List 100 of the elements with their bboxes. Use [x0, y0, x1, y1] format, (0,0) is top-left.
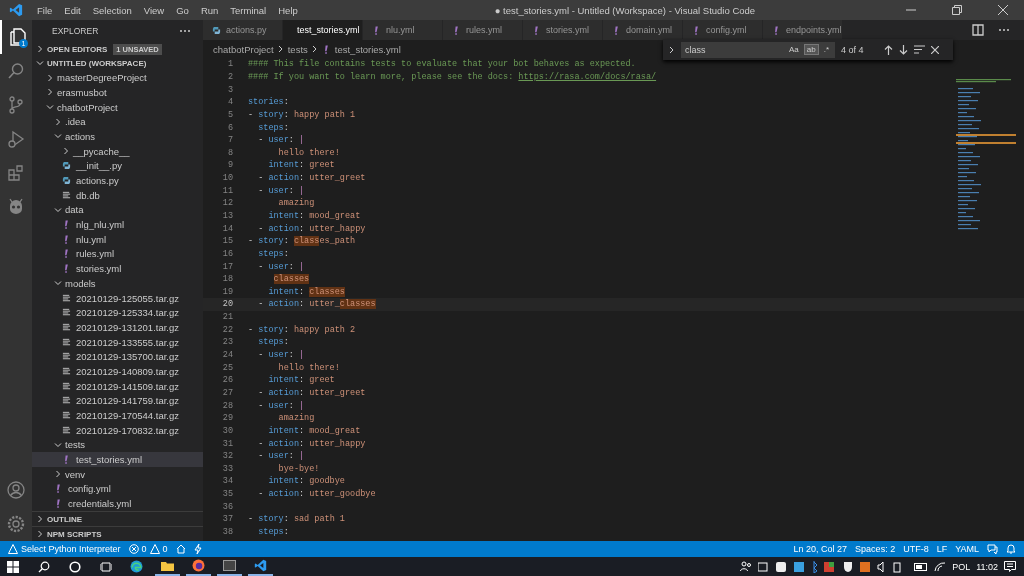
tree-item[interactable]: 20210129-135700.tar.gz: [32, 349, 203, 365]
more-icon[interactable]: [998, 28, 1010, 32]
editor-tab[interactable]: domain.yml: [603, 20, 683, 40]
line-number: 38: [221, 527, 233, 537]
status-item[interactable]: Ln 20, Col 27: [793, 544, 848, 554]
editor-tab[interactable]: endpoints.yml: [763, 20, 843, 40]
arrow-up-icon[interactable]: [883, 44, 893, 55]
tree-item[interactable]: 20210129-141509.tar.gz: [32, 378, 203, 394]
tree-item[interactable]: models: [32, 276, 203, 291]
python-interpreter-button[interactable]: Select Python Interpreter: [8, 544, 121, 554]
people-icon[interactable]: [740, 561, 753, 572]
menu-item[interactable]: Terminal: [224, 4, 273, 16]
menu-item[interactable]: Selection: [86, 4, 138, 16]
tree-item[interactable]: 20210129-141759.tar.gz: [32, 393, 203, 409]
menu-item[interactable]: Run: [194, 4, 225, 16]
menu-item[interactable]: Help: [272, 4, 304, 16]
breadcrumb[interactable]: test_stories.yml: [334, 43, 401, 55]
tree-item[interactable]: stories.yml: [32, 261, 203, 276]
windows-logo-icon[interactable]: [6, 560, 19, 573]
more-icon[interactable]: [179, 29, 191, 34]
split-editor-icon[interactable]: [972, 24, 984, 36]
tree-item[interactable]: 20210129-125334.tar.gz: [32, 305, 203, 321]
tree-item[interactable]: data: [32, 202, 203, 218]
tree-item[interactable]: .idea: [32, 114, 203, 130]
editor-tab[interactable]: stories.yml: [523, 20, 603, 40]
tree-item[interactable]: 20210129-133555.tar.gz: [32, 334, 203, 350]
lines-icon[interactable]: [913, 45, 925, 54]
error-count[interactable]: 0: [128, 544, 147, 554]
menu-item[interactable]: File: [31, 4, 59, 16]
arrow-down-icon[interactable]: [898, 44, 908, 55]
editor-tab[interactable]: rules.yml: [443, 20, 523, 40]
source-control-icon[interactable]: [6, 95, 26, 115]
search-option-toggle[interactable]: .*: [821, 45, 831, 54]
editor-tab[interactable]: test_stories.yml: [283, 20, 363, 40]
tree-item[interactable]: credentials.yml: [32, 496, 203, 511]
files-icon[interactable]: [7, 27, 27, 47]
tree-item[interactable]: 20210129-170832.tar.gz: [32, 422, 203, 438]
bell-icon[interactable]: [1006, 544, 1016, 554]
folder-icon[interactable]: [161, 559, 174, 572]
search-option-toggle[interactable]: Aa: [786, 45, 801, 54]
menu-item[interactable]: Go: [170, 4, 195, 16]
tree-item[interactable]: test_stories.yml: [32, 452, 203, 467]
section-header[interactable]: OUTLINE: [32, 511, 203, 526]
tree-item[interactable]: chatbotProject: [32, 99, 203, 115]
section-header[interactable]: UNTITLED (WORKSPACE): [32, 56, 203, 71]
wifi-icon[interactable]: [934, 561, 947, 572]
status-item[interactable]: UTF-8: [903, 544, 929, 554]
tree-item[interactable]: erasmusbot: [32, 85, 203, 100]
chevron-icon[interactable]: [669, 45, 675, 54]
search-option-toggle[interactable]: ab: [804, 45, 818, 54]
tree-item[interactable]: __pycache__: [32, 143, 203, 159]
tree-item[interactable]: __init__.py: [32, 158, 203, 174]
tree-item[interactable]: masterDegreeProject: [32, 70, 203, 86]
clock[interactable]: 11:02: [976, 561, 998, 572]
close-icon[interactable]: [998, 5, 1008, 15]
find-input-field[interactable]: class Aa ab .*: [681, 41, 835, 58]
close-icon[interactable]: [930, 45, 939, 54]
tree-item[interactable]: 20210129-170544.tar.gz: [32, 408, 203, 423]
tree-item[interactable]: nlu.yml: [32, 231, 203, 247]
tree-item[interactable]: rules.yml: [32, 246, 203, 262]
tree-item[interactable]: nlg_nlu.yml: [32, 217, 203, 232]
account-icon[interactable]: [6, 480, 26, 500]
extensions-icon[interactable]: [6, 163, 26, 183]
tree-item[interactable]: actions: [32, 129, 203, 144]
feedback-icon[interactable]: [987, 544, 998, 554]
tree-item[interactable]: venv: [32, 466, 203, 482]
tree-item[interactable]: tests: [32, 437, 203, 453]
editor-tab[interactable]: actions.py: [203, 20, 283, 40]
circle-icon[interactable]: [68, 560, 81, 573]
browser-icon[interactable]: [192, 559, 205, 572]
breadcrumb[interactable]: chatbotProject: [213, 43, 274, 55]
tree-item[interactable]: config.yml: [32, 481, 203, 497]
notifications-icon[interactable]: [1004, 561, 1016, 572]
status-item[interactable]: LF: [936, 544, 948, 554]
browser-icon[interactable]: [130, 560, 143, 573]
code-editor-icon[interactable]: [254, 559, 267, 572]
menu-item[interactable]: Edit: [58, 4, 87, 16]
search-icon[interactable]: [37, 560, 50, 573]
tree-item[interactable]: db.db: [32, 187, 203, 203]
menu-item[interactable]: View: [137, 4, 171, 16]
tree-item[interactable]: actions.py: [32, 173, 203, 188]
tree-item[interactable]: 20210129-125055.tar.gz: [32, 290, 203, 306]
section-header[interactable]: OPEN EDITORS: [47, 44, 108, 54]
code-line: - user: |: [257, 261, 305, 272]
editor-tab[interactable]: nlu.yml: [363, 20, 443, 40]
status-item[interactable]: Spaces: 2: [855, 544, 896, 554]
warning-count[interactable]: 0: [149, 544, 168, 554]
language-indicator[interactable]: POL: [952, 561, 971, 572]
breadcrumb[interactable]: tests: [287, 43, 308, 55]
tree-item[interactable]: 20210129-140809.tar.gz: [32, 364, 203, 379]
restore-icon[interactable]: [952, 5, 962, 15]
lightning-icon[interactable]: [193, 544, 202, 554]
tree-item[interactable]: 20210129-131201.tar.gz: [32, 320, 203, 335]
run-debug-icon[interactable]: [6, 129, 26, 149]
terminal-icon[interactable]: [223, 560, 236, 571]
settings-icon[interactable]: [6, 514, 26, 534]
editor-tab[interactable]: config.yml: [683, 20, 763, 40]
home-icon[interactable]: [175, 544, 186, 554]
task-view-icon[interactable]: [99, 560, 112, 573]
status-item[interactable]: YAML: [955, 544, 979, 554]
